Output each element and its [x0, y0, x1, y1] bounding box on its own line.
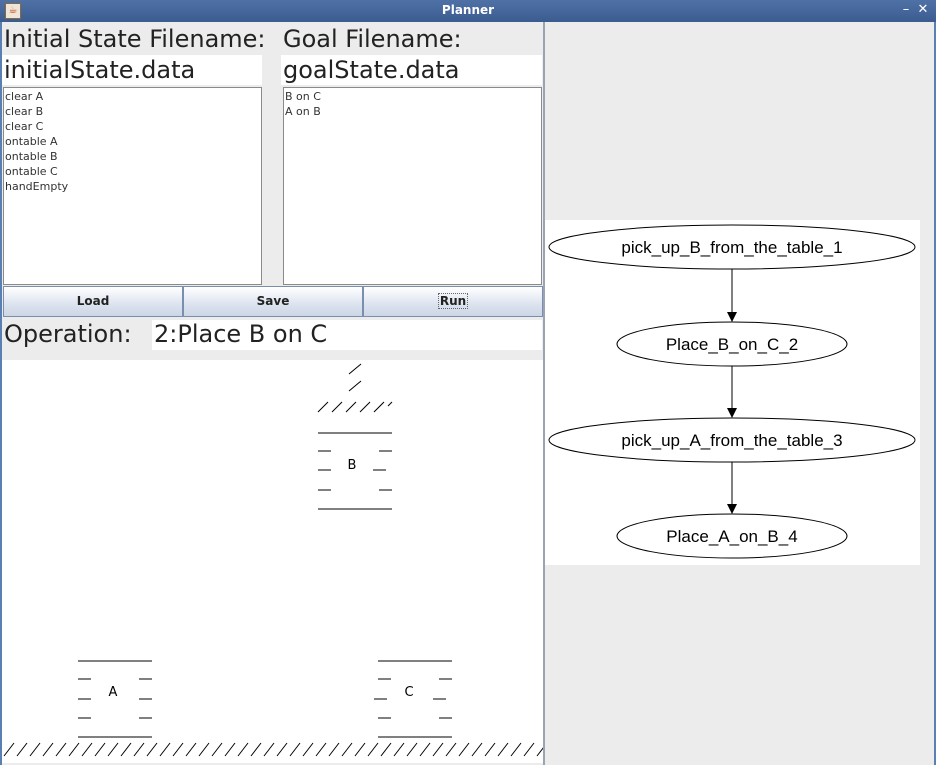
block-world-drawing: B A C: [3, 363, 543, 757]
list-item[interactable]: clear B: [5, 104, 260, 119]
floor-hatch-line: [367, 742, 379, 757]
floor-hatch-line: [289, 742, 301, 757]
initial-state-list[interactable]: clear A clear B clear C ontable A ontabl…: [3, 87, 262, 285]
plan-graph-drawing: pick_up_B_from_the_table_1 Place_B_on_C_…: [548, 224, 916, 559]
plan-node-label: Place_A_on_B_4: [666, 527, 797, 546]
plan-node-label: Place_B_on_C_2: [666, 335, 798, 354]
list-item[interactable]: handEmpty: [5, 179, 260, 194]
floor-hatch-line: [224, 742, 236, 757]
floor-hatch-line: [419, 742, 431, 757]
floor-hatch-line: [523, 742, 535, 757]
floor-hatch-line: [406, 742, 418, 757]
floor-hatch-line: [497, 742, 509, 757]
floor-hatch-line: [172, 742, 184, 757]
floor-hatch-line: [302, 742, 314, 757]
floor-hatch-line: [211, 742, 223, 757]
plan-node-label: pick_up_A_from_the_table_3: [621, 431, 842, 450]
goal-filename-field[interactable]: goalState.data: [281, 55, 542, 85]
list-item[interactable]: clear C: [5, 119, 260, 134]
window-title: Planner: [441, 3, 495, 17]
floor-hatch-line: [250, 742, 262, 757]
floor-hatch-line: [3, 742, 15, 757]
floor-hatch-line: [133, 742, 145, 757]
title-bar: ☕ Planner – ✕: [0, 0, 936, 22]
block-world-canvas: B A C: [2, 360, 543, 763]
floor-hatch-line: [328, 742, 340, 757]
floor-hatch-line: [42, 742, 54, 757]
floor-hatch-line: [354, 742, 366, 757]
initial-filename-field[interactable]: initialState.data: [2, 55, 262, 85]
block-c-label: C: [404, 685, 413, 700]
floor-hatch-line: [341, 742, 353, 757]
operation-label: Operation:: [4, 320, 132, 348]
list-item[interactable]: B on C: [285, 89, 540, 104]
floor-hatch-line: [315, 742, 327, 757]
floor-hatch-line: [94, 742, 106, 757]
load-button[interactable]: Load: [3, 286, 183, 317]
minimize-button[interactable]: –: [899, 2, 913, 18]
floor-hatch-line: [458, 742, 470, 757]
plan-graph: pick_up_B_from_the_table_1 Place_B_on_C_…: [545, 220, 920, 565]
floor-hatch-line: [445, 742, 457, 757]
floor-hatch-line: [276, 742, 288, 757]
floor-hatch-line: [55, 742, 67, 757]
close-button[interactable]: ✕: [916, 2, 930, 18]
floor-hatch-line: [120, 742, 132, 757]
list-item[interactable]: ontable C: [5, 164, 260, 179]
floor-hatch-line: [16, 742, 28, 757]
floor-hatch-line: [185, 742, 197, 757]
goal-state-list[interactable]: B on C A on B: [283, 87, 542, 285]
operation-field[interactable]: 2:Place B on C: [152, 320, 542, 350]
floor-hatch-line: [198, 742, 210, 757]
floor-hatch-line: [432, 742, 444, 757]
initial-state-label: Initial State Filename:: [4, 25, 266, 53]
list-item[interactable]: ontable A: [5, 134, 260, 149]
run-button[interactable]: Run: [363, 286, 543, 317]
block-a-label: A: [109, 685, 118, 700]
floor-hatch-line: [159, 742, 171, 757]
goal-label: Goal Filename:: [283, 25, 462, 53]
run-button-label: Run: [437, 293, 469, 309]
floor-hatch-line: [81, 742, 93, 757]
list-item[interactable]: clear A: [5, 89, 260, 104]
floor-hatch-line: [146, 742, 158, 757]
block-b-label: B: [348, 458, 357, 473]
floor-hatch-line: [107, 742, 119, 757]
floor-hatch-line: [68, 742, 80, 757]
list-item[interactable]: ontable B: [5, 149, 260, 164]
floor-hatch-line: [393, 742, 405, 757]
list-item[interactable]: A on B: [285, 104, 540, 119]
save-button[interactable]: Save: [183, 286, 363, 317]
floor-hatch-line: [510, 742, 522, 757]
floor-hatch-line: [380, 742, 392, 757]
plan-node-label: pick_up_B_from_the_table_1: [621, 238, 842, 257]
floor-hatch-line: [263, 742, 275, 757]
floor-hatch-line: [471, 742, 483, 757]
floor-hatch-line: [29, 742, 41, 757]
floor-hatch-line: [237, 742, 249, 757]
floor-hatch-line: [484, 742, 496, 757]
